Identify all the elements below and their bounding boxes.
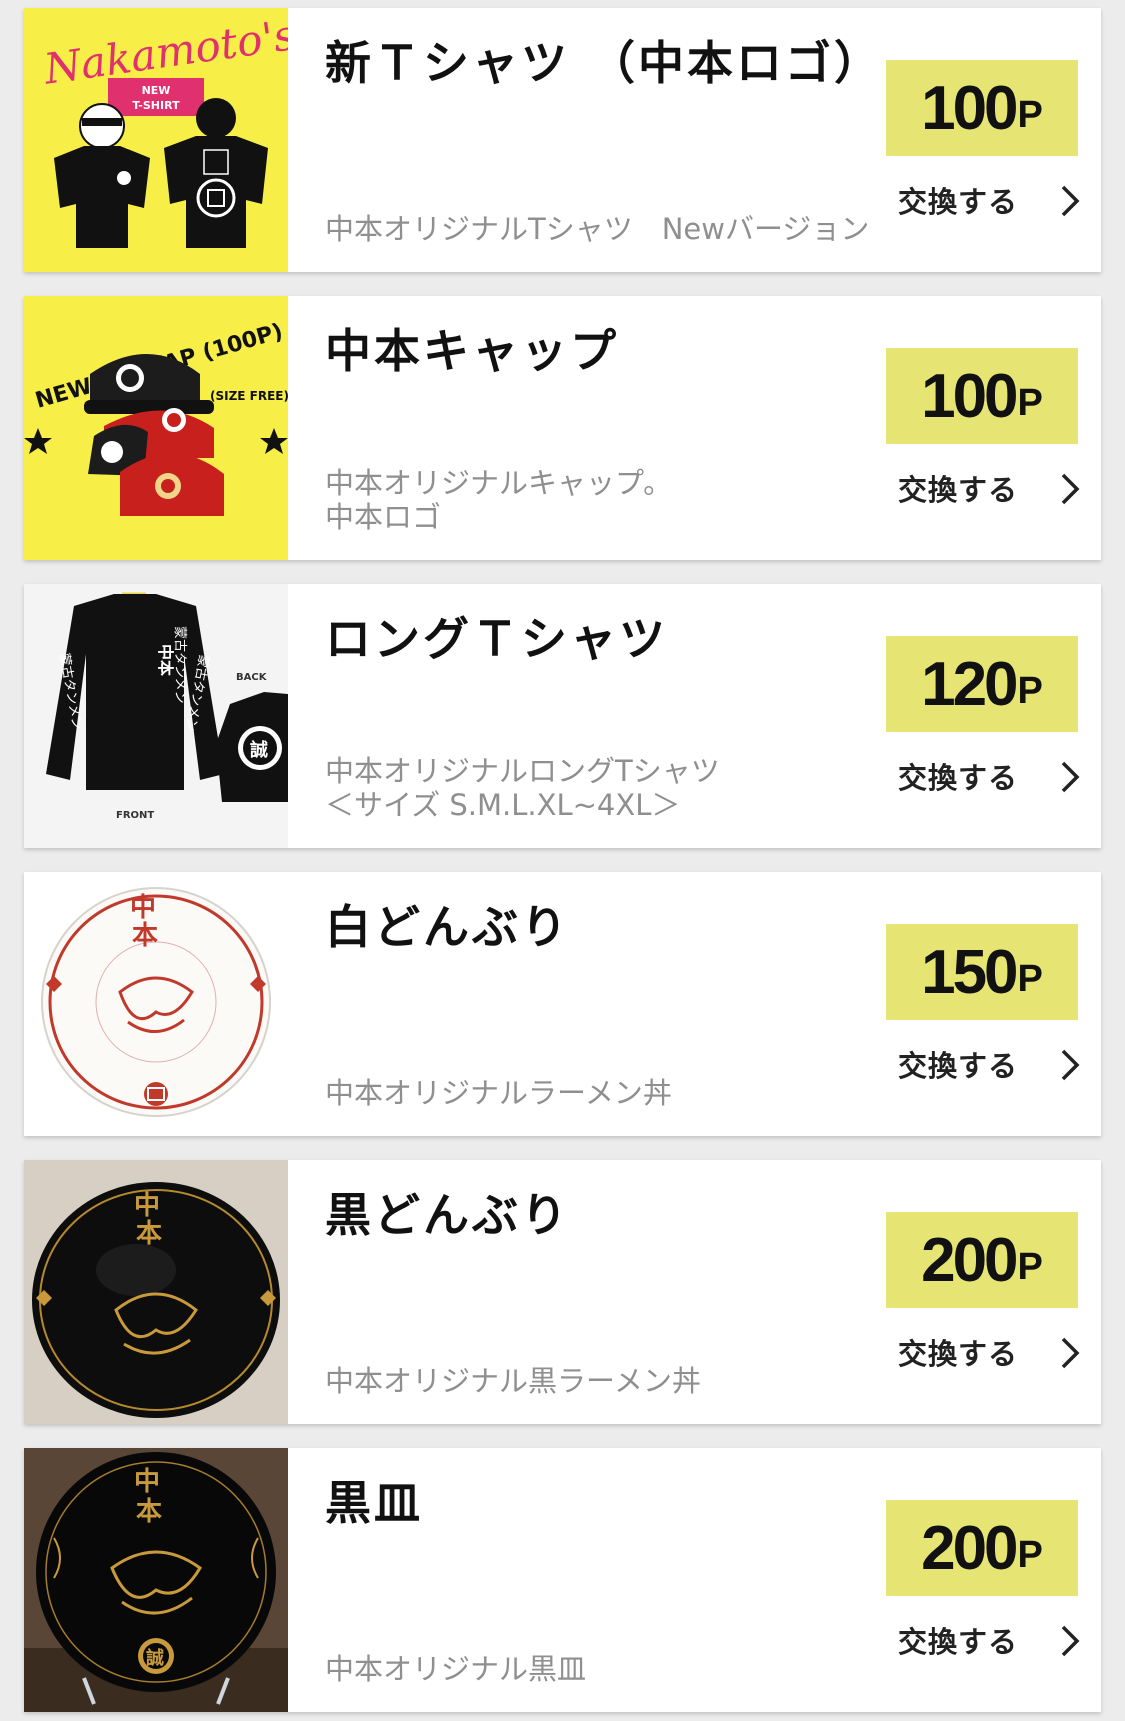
price-value: 150 <box>921 937 1018 1007</box>
price-badge: 100 P <box>886 60 1078 156</box>
exchange-label: 交換する <box>898 761 1019 795</box>
chevron-right-icon <box>1061 1049 1080 1081</box>
cap-product-image: NEW 中本 CAP (100P) (SIZE FREE) <box>24 296 288 560</box>
item-title: 白どんぶり <box>325 900 570 954</box>
price-badge: 150 P <box>886 924 1078 1020</box>
price-badge: 100 P <box>886 348 1078 444</box>
chevron-right-icon <box>1061 473 1080 505</box>
item-description: 中本オリジナル黒皿 <box>325 1652 587 1686</box>
exchange-button[interactable]: 交換する <box>898 1038 1094 1090</box>
svg-text:FRONT: FRONT <box>116 810 154 821</box>
item-title: 新Ｔシャツ （中本ロゴ） <box>325 36 884 90</box>
exchange-button[interactable]: 交換する <box>898 1614 1094 1666</box>
item-title: ロングＴシャツ <box>325 612 668 666</box>
price-value: 100 <box>921 73 1018 143</box>
black-plate-product-image: 中 本 誠 <box>24 1448 288 1712</box>
price-unit: P <box>1017 381 1043 424</box>
price-value: 200 <box>921 1513 1018 1583</box>
reward-card[interactable]: NEW 中本 CAP (100P) (SIZE FREE) 中本キャップ 中本オ… <box>24 296 1101 560</box>
reward-card[interactable]: 中 本 白どんぶり 中本オリジナルラーメン丼 150 P 交換する <box>24 872 1101 1136</box>
svg-text:本: 本 <box>136 1219 162 1249</box>
svg-text:T-SHIRT: T-SHIRT <box>132 99 180 112</box>
price-unit: P <box>1017 93 1043 136</box>
price-badge: 200 P <box>886 1212 1078 1308</box>
price-unit: P <box>1017 1533 1043 1576</box>
exchange-label: 交換する <box>898 1337 1019 1371</box>
svg-text:中: 中 <box>134 1467 160 1497</box>
chevron-right-icon <box>1061 1625 1080 1657</box>
svg-text:(SIZE FREE): (SIZE FREE) <box>210 389 288 403</box>
price-value: 120 <box>921 649 1018 719</box>
svg-text:蒙古タンメン: 蒙古タンメン <box>172 626 187 704</box>
item-title: 中本キャップ <box>325 324 619 378</box>
chevron-right-icon <box>1061 761 1080 793</box>
price-badge: 120 P <box>886 636 1078 732</box>
chevron-right-icon <box>1061 185 1080 217</box>
item-title: 黒皿 <box>325 1476 423 1530</box>
white-bowl-product-image: 中 本 <box>24 872 288 1136</box>
svg-text:本: 本 <box>136 1497 162 1527</box>
item-description: 中本オリジナルTシャツ Newバージョン <box>325 212 870 246</box>
reward-card[interactable]: 中本 蒙古タンメン 蒙古タンメン 蒙古タンメン BACK 誠 FRONT ロング… <box>24 584 1101 848</box>
exchange-label: 交換する <box>898 473 1019 507</box>
exchange-button[interactable]: 交換する <box>898 462 1094 514</box>
item-description: 中本オリジナル黒ラーメン丼 <box>325 1364 701 1398</box>
chevron-right-icon <box>1061 1337 1080 1369</box>
reward-card[interactable]: Nakamoto's NEW T-SHIRT 新Ｔシャツ （中本ロゴ） 中本オリ… <box>24 8 1101 272</box>
svg-text:誠: 誠 <box>146 1647 164 1669</box>
price-badge: 200 P <box>886 1500 1078 1596</box>
svg-text:NEW: NEW <box>142 84 171 97</box>
price-unit: P <box>1017 1245 1043 1288</box>
svg-text:本: 本 <box>132 921 158 951</box>
price-value: 200 <box>921 1225 1018 1295</box>
item-description: 中本オリジナルキャップ。 中本ロゴ <box>325 466 673 534</box>
item-description: 中本オリジナルロングTシャツ ＜サイズ S.M.L.XL~4XL＞ <box>325 754 720 822</box>
exchange-button[interactable]: 交換する <box>898 750 1094 802</box>
black-bowl-product-image: 中 本 <box>24 1160 288 1424</box>
svg-text:中: 中 <box>130 893 156 923</box>
reward-card[interactable]: 中 本 黒どんぶり 中本オリジナル黒ラーメン丼 200 P 交換する <box>24 1160 1101 1424</box>
exchange-label: 交換する <box>898 1625 1019 1659</box>
item-description: 中本オリジナルラーメン丼 <box>325 1076 672 1110</box>
exchange-label: 交換する <box>898 1049 1019 1083</box>
price-unit: P <box>1017 669 1043 712</box>
svg-text:誠: 誠 <box>250 739 268 761</box>
exchange-button[interactable]: 交換する <box>898 174 1094 226</box>
price-unit: P <box>1017 957 1043 1000</box>
reward-card[interactable]: 中 本 誠 黒皿 中本オリジナル黒皿 200 P 交換する <box>24 1448 1101 1712</box>
item-title: 黒どんぶり <box>325 1188 570 1242</box>
long-tshirt-product-image: 中本 蒙古タンメン 蒙古タンメン 蒙古タンメン BACK 誠 FRONT <box>24 584 288 848</box>
svg-text:中: 中 <box>134 1191 160 1221</box>
exchange-label: 交換する <box>898 185 1019 219</box>
svg-text:BACK: BACK <box>236 672 268 683</box>
tshirt-product-image: Nakamoto's NEW T-SHIRT <box>24 8 288 272</box>
price-value: 100 <box>921 361 1018 431</box>
exchange-button[interactable]: 交換する <box>898 1326 1094 1378</box>
